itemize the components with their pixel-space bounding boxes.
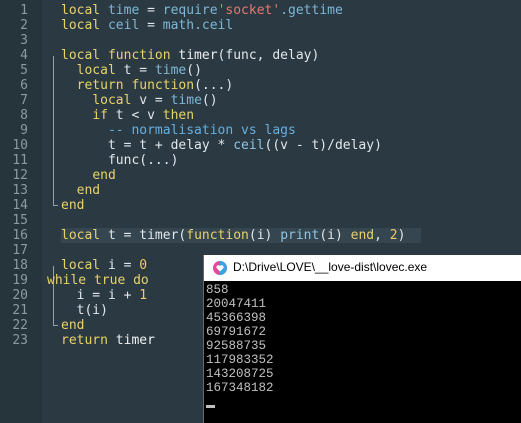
line-number: 17 xyxy=(12,243,28,258)
output-line: 858 xyxy=(206,283,229,297)
line-number: 21 xyxy=(12,303,28,318)
console-title-bar[interactable]: D:\Drive\LOVE\__love-dist\lovec.exe xyxy=(204,255,521,281)
code-line-8: if t < v then xyxy=(92,108,195,123)
output-line: 143208725 xyxy=(206,367,274,381)
line-number: 11 xyxy=(12,153,28,168)
fold-guide xyxy=(53,56,54,205)
console-output: 858 20047411 45366398 69791672 92588735 … xyxy=(206,283,274,395)
code-line-13: end xyxy=(76,183,101,198)
line-number: 13 xyxy=(12,183,28,198)
line-number: 22 xyxy=(12,318,28,333)
code-line-1: local time = require'socket'.gettime xyxy=(61,3,343,18)
code-line-18: local i = 0 xyxy=(61,258,148,273)
output-line: 69791672 xyxy=(206,325,267,339)
output-line: 117983352 xyxy=(206,353,274,367)
line-number: 6 xyxy=(20,78,28,93)
output-line: 20047411 xyxy=(206,297,267,311)
line-number: 1 xyxy=(20,3,28,18)
line-number: 2 xyxy=(20,18,28,33)
line-number-gutter: 1 2 3 4 5 6 7 8 9 10 11 12 13 14 15 16 1… xyxy=(0,0,42,423)
fold-guide-end xyxy=(53,325,58,326)
code-line-19: while true do xyxy=(47,273,149,288)
line-number: 19 xyxy=(12,273,28,288)
code-line-16-current: local t = timer(function(i) print(i) end… xyxy=(61,228,421,243)
line-number: 18 xyxy=(12,258,28,273)
code-line-14: end xyxy=(61,198,85,213)
line-number: 10 xyxy=(12,138,28,153)
code-line-4: local function timer(func, delay) xyxy=(61,48,320,63)
code-line-22: end xyxy=(61,318,85,333)
code-line-5: local t = time() xyxy=(76,63,202,78)
code-line-21: t(i) xyxy=(76,303,108,318)
line-number: 4 xyxy=(20,48,28,63)
line-number: 16 xyxy=(12,228,28,243)
line-number: 8 xyxy=(20,108,28,123)
code-line-10: t = t + delay * ceil((v - t)/delay) xyxy=(107,138,382,153)
output-line: 92588735 xyxy=(206,339,267,353)
line-number: 3 xyxy=(20,33,28,48)
line-number: 20 xyxy=(12,288,28,303)
line-number: 9 xyxy=(20,123,28,138)
code-line-7: local v = time() xyxy=(92,93,218,108)
line-number: 5 xyxy=(20,63,28,78)
love-heart-icon xyxy=(213,261,227,275)
console-cursor xyxy=(206,405,215,408)
line-number: 15 xyxy=(12,213,28,228)
fold-guide-end xyxy=(53,205,58,206)
code-line-6: return function(...) xyxy=(76,78,234,93)
code-line-2: local ceil = math.ceil xyxy=(61,18,234,33)
code-line-20: i = i + 1 xyxy=(76,288,148,303)
line-number: 12 xyxy=(12,168,28,183)
output-line: 167348182 xyxy=(206,381,274,395)
line-number: 23 xyxy=(12,333,28,348)
code-line-12: end xyxy=(92,168,116,183)
code-line-23: return timer xyxy=(61,333,155,348)
line-number: 14 xyxy=(12,198,28,213)
console-title: D:\Drive\LOVE\__love-dist\lovec.exe xyxy=(233,260,428,274)
console-window[interactable]: D:\Drive\LOVE\__love-dist\lovec.exe 858 … xyxy=(203,255,521,423)
line-number: 7 xyxy=(20,93,28,108)
code-line-11: func(...) xyxy=(107,153,179,168)
output-line: 45366398 xyxy=(206,311,267,325)
code-line-9: -- normalisation vs lags xyxy=(107,123,296,138)
